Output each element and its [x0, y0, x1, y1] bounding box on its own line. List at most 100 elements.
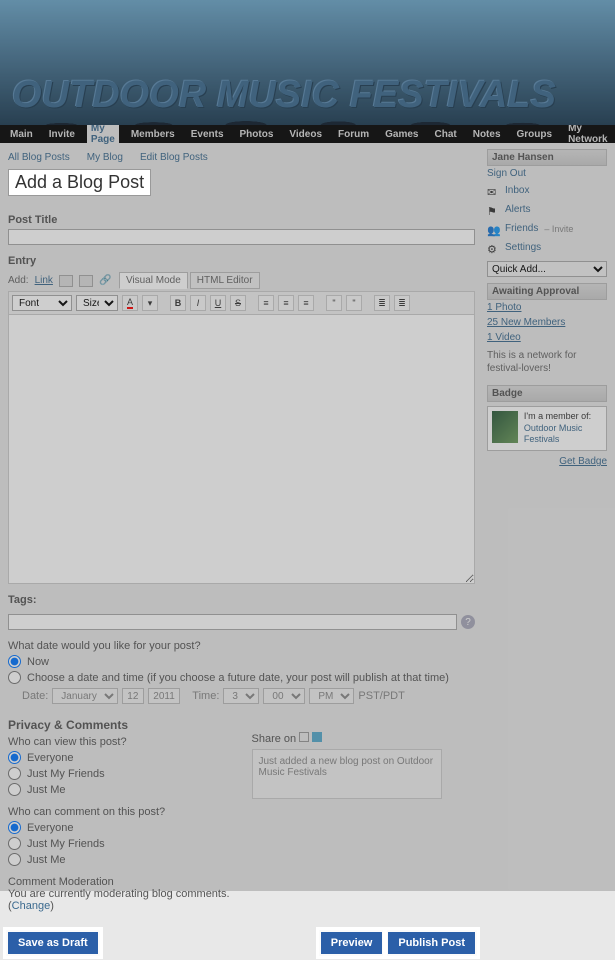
comment-everyone-radio[interactable] — [8, 821, 21, 834]
nav-forum[interactable]: Forum — [334, 126, 373, 143]
nav-games[interactable]: Games — [381, 126, 422, 143]
bold-button[interactable]: B — [170, 295, 186, 311]
share-label: Share on — [252, 733, 297, 745]
approval-video-link[interactable]: 1 Video — [487, 330, 607, 345]
highlight-button[interactable]: ▾ — [142, 295, 158, 311]
comment-me-radio[interactable] — [8, 853, 21, 866]
subnav-my-blog[interactable]: My Blog — [87, 152, 123, 163]
underline-button[interactable]: U — [210, 295, 226, 311]
minute-select[interactable]: 00 — [263, 688, 305, 704]
html-editor-tab[interactable]: HTML Editor — [190, 272, 260, 289]
add-file-icon[interactable] — [79, 275, 93, 287]
entry-editor[interactable] — [8, 314, 475, 584]
month-select[interactable]: January — [52, 688, 118, 704]
subnav-edit-posts[interactable]: Edit Blog Posts — [140, 152, 208, 163]
tags-input[interactable] — [8, 614, 457, 630]
visual-mode-tab[interactable]: Visual Mode — [119, 272, 188, 289]
date-now-radio[interactable] — [8, 655, 21, 668]
nav-events[interactable]: Events — [187, 126, 228, 143]
save-draft-button[interactable]: Save as Draft — [8, 932, 98, 954]
editor-toolbar: Font Size A ▾ B I U S ≡ ≡ ≡ " " ≣ ≣ — [8, 291, 475, 314]
friends-link[interactable]: Friends — [505, 221, 538, 236]
page-title-highlight: Add a Blog Post — [8, 169, 151, 196]
share-generic-icon[interactable] — [299, 732, 309, 742]
preview-button[interactable]: Preview — [321, 932, 383, 954]
view-friends-radio[interactable] — [8, 767, 21, 780]
nav-main[interactable]: Main — [6, 126, 37, 143]
italic-button[interactable]: I — [190, 295, 206, 311]
settings-icon: ⚙ — [487, 243, 499, 253]
quote-close-button[interactable]: " — [346, 295, 362, 311]
tags-label: Tags: — [8, 594, 475, 606]
moderation-header: Comment Moderation — [8, 876, 232, 888]
add-attachment-icon[interactable]: 🔗 — [99, 275, 113, 287]
approval-header: Awaiting Approval — [487, 283, 607, 300]
comment-friends-radio[interactable] — [8, 837, 21, 850]
nav-notes[interactable]: Notes — [469, 126, 505, 143]
view-everyone-radio[interactable] — [8, 751, 21, 764]
entry-label: Entry — [8, 255, 475, 267]
list-ol-button[interactable]: ≣ — [394, 295, 410, 311]
twitter-icon[interactable] — [312, 732, 322, 742]
add-image-icon[interactable] — [59, 275, 73, 287]
comment-question: Who can comment on this post? — [8, 806, 232, 818]
alerts-link[interactable]: Alerts — [505, 202, 531, 217]
badge-header: Badge — [487, 385, 607, 402]
tags-help-icon[interactable]: ? — [461, 615, 475, 629]
get-badge-link[interactable]: Get Badge — [559, 454, 607, 469]
user-name: Jane Hansen — [487, 149, 607, 166]
settings-link[interactable]: Settings — [505, 240, 541, 255]
main-nav: Main Invite My Page Members Events Photo… — [0, 125, 615, 143]
nav-chat[interactable]: Chat — [430, 126, 460, 143]
font-select[interactable]: Font — [12, 295, 72, 311]
site-banner: OUTDOOR MUSIC FESTIVALS — [0, 0, 615, 125]
subnav-all-posts[interactable]: All Blog Posts — [8, 152, 70, 163]
day-input[interactable] — [122, 688, 144, 704]
alerts-icon: ⚑ — [487, 205, 499, 215]
network-description: This is a network for festival-lovers! — [487, 345, 607, 379]
friends-icon: 👥 — [487, 224, 499, 234]
approval-photo-link[interactable]: 1 Photo — [487, 300, 607, 315]
ampm-select[interactable]: PM — [309, 688, 354, 704]
size-select[interactable]: Size — [76, 295, 118, 311]
nav-groups[interactable]: Groups — [513, 126, 557, 143]
align-left-button[interactable]: ≡ — [258, 295, 274, 311]
inbox-icon: ✉ — [487, 186, 499, 196]
post-title-input[interactable] — [8, 229, 475, 245]
list-ul-button[interactable]: ≣ — [374, 295, 390, 311]
page-title: Add a Blog Post — [15, 172, 144, 193]
align-right-button[interactable]: ≡ — [298, 295, 314, 311]
nav-photos[interactable]: Photos — [236, 126, 278, 143]
sign-out-link[interactable]: Sign Out — [487, 166, 607, 181]
date-picker-row: Date: January Time: 3 00 PM PST/PDT — [22, 688, 475, 704]
year-input[interactable] — [148, 688, 180, 704]
post-title-label: Post Title — [8, 214, 475, 226]
strike-button[interactable]: S — [230, 295, 246, 311]
view-question: Who can view this post? — [8, 736, 232, 748]
align-center-button[interactable]: ≡ — [278, 295, 294, 311]
inbox-link[interactable]: Inbox — [505, 183, 529, 198]
nav-invite[interactable]: Invite — [45, 126, 79, 143]
hour-select[interactable]: 3 — [223, 688, 259, 704]
date-choose-radio[interactable] — [8, 671, 21, 684]
approval-members-link[interactable]: 25 New Members — [487, 315, 607, 330]
moderation-change-link[interactable]: Change — [12, 900, 51, 912]
add-link[interactable]: Link — [35, 275, 53, 286]
view-me-radio[interactable] — [8, 783, 21, 796]
date-now-label: Now — [27, 656, 49, 668]
quote-open-button[interactable]: " — [326, 295, 342, 311]
text-color-button[interactable]: A — [122, 295, 138, 311]
publish-button[interactable]: Publish Post — [388, 932, 475, 954]
nav-videos[interactable]: Videos — [285, 126, 326, 143]
date-choose-label: Choose a date and time (if you choose a … — [27, 672, 449, 684]
badge-box[interactable]: I'm a member of: Outdoor Music Festivals — [487, 406, 607, 451]
share-text-box[interactable]: Just added a new blog post on Outdoor Mu… — [252, 749, 442, 799]
site-title[interactable]: OUTDOOR MUSIC FESTIVALS — [12, 74, 556, 117]
date-question: What date would you like for your post? — [8, 640, 475, 652]
privacy-header: Privacy & Comments — [8, 718, 232, 732]
badge-avatar — [492, 411, 518, 443]
blog-subnav: All Blog Posts My Blog Edit Blog Posts — [8, 149, 475, 169]
add-label: Add: — [8, 275, 29, 286]
quick-add-select[interactable]: Quick Add... — [487, 261, 607, 277]
nav-members[interactable]: Members — [127, 126, 179, 143]
